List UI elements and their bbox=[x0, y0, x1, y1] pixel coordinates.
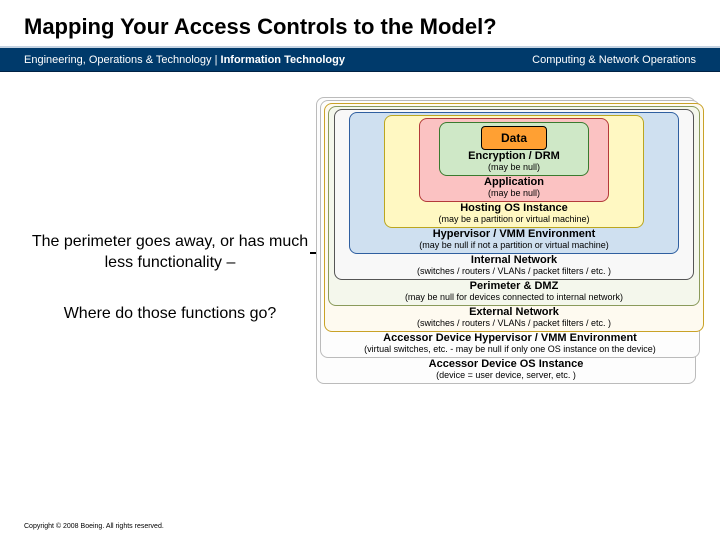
app-sub: (may be null) bbox=[423, 188, 605, 198]
layer-accessor-hypervisor: Data Encryption / DRM (may be null) Appl… bbox=[320, 100, 700, 358]
advm-sub: (virtual switches, etc. - may be null if… bbox=[324, 344, 696, 354]
layer-stack: Data Encryption / DRM (may be null) Appl… bbox=[316, 98, 696, 384]
hyp-sub: (may be null if not a partition or virtu… bbox=[353, 240, 675, 250]
layer-hypervisor: Data Encryption / DRM (may be null) Appl… bbox=[349, 112, 679, 254]
host-label: Hosting OS Instance bbox=[388, 202, 640, 214]
body-paragraph-1: The perimeter goes away, or has much les… bbox=[30, 232, 310, 274]
layer-external-network: Data Encryption / DRM (may be null) Appl… bbox=[324, 103, 704, 332]
layer-hosting-os: Data Encryption / DRM (may be null) Appl… bbox=[384, 115, 644, 228]
body-text: The perimeter goes away, or has much les… bbox=[30, 232, 310, 324]
layer-accessor-os: Data Encryption / DRM (may be null) Appl… bbox=[316, 97, 696, 384]
host-sub: (may be a partition or virtual machine) bbox=[388, 214, 640, 224]
layer-application: Data Encryption / DRM (may be null) Appl… bbox=[419, 118, 609, 202]
ext-sub: (switches / routers / VLANs / packet fil… bbox=[328, 318, 700, 328]
hyp-label: Hypervisor / VMM Environment bbox=[353, 228, 675, 240]
title-bar: Mapping Your Access Controls to the Mode… bbox=[0, 0, 720, 46]
band-left-bold: Information Technology bbox=[221, 54, 345, 66]
band-left: Engineering, Operations & Technology | I… bbox=[24, 54, 345, 66]
int-sub: (switches / routers / VLANs / packet fil… bbox=[338, 266, 690, 276]
per-sub: (may be null for devices connected to in… bbox=[332, 292, 696, 302]
int-label: Internal Network bbox=[338, 254, 690, 266]
enc-label: Encryption / DRM bbox=[443, 150, 585, 162]
layer-encryption: Data Encryption / DRM (may be null) bbox=[439, 122, 589, 176]
band-right: Computing & Network Operations bbox=[532, 54, 696, 66]
body-paragraph-2: Where do those functions go? bbox=[30, 304, 310, 325]
per-label: Perimeter & DMZ bbox=[332, 280, 696, 292]
content-area: The perimeter goes away, or has much les… bbox=[0, 72, 720, 502]
layer-internal-network: Data Encryption / DRM (may be null) Appl… bbox=[334, 109, 694, 280]
band-left-plain: Engineering, Operations & Technology | bbox=[24, 54, 221, 66]
header-band: Engineering, Operations & Technology | I… bbox=[0, 46, 720, 72]
advm-label: Accessor Device Hypervisor / VMM Environ… bbox=[324, 332, 696, 344]
enc-sub: (may be null) bbox=[443, 162, 585, 172]
ext-label: External Network bbox=[328, 306, 700, 318]
ados-sub: (device = user device, server, etc. ) bbox=[320, 370, 692, 380]
page-title: Mapping Your Access Controls to the Mode… bbox=[24, 14, 696, 40]
ados-label: Accessor Device OS Instance bbox=[320, 358, 692, 370]
copyright-footer: Copyright © 2008 Boeing. All rights rese… bbox=[24, 523, 164, 530]
layer-perimeter-dmz: Data Encryption / DRM (may be null) Appl… bbox=[328, 106, 700, 306]
app-label: Application bbox=[423, 176, 605, 188]
layer-data: Data bbox=[481, 126, 547, 150]
